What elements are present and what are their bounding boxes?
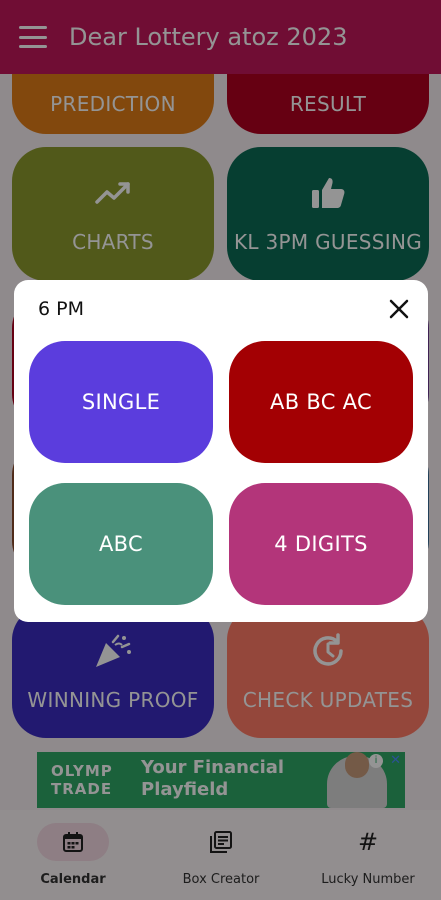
abc-button[interactable]: ABC: [29, 483, 213, 605]
time-select-dialog: 6 PM SINGLE AB BC AC ABC 4 DIGITS: [14, 280, 428, 622]
close-icon[interactable]: [387, 297, 411, 321]
dialog-title: 6 PM: [38, 298, 84, 320]
four-digits-button[interactable]: 4 DIGITS: [229, 483, 413, 605]
single-button[interactable]: SINGLE: [29, 341, 213, 463]
ab-bc-ac-button[interactable]: AB BC AC: [229, 341, 413, 463]
